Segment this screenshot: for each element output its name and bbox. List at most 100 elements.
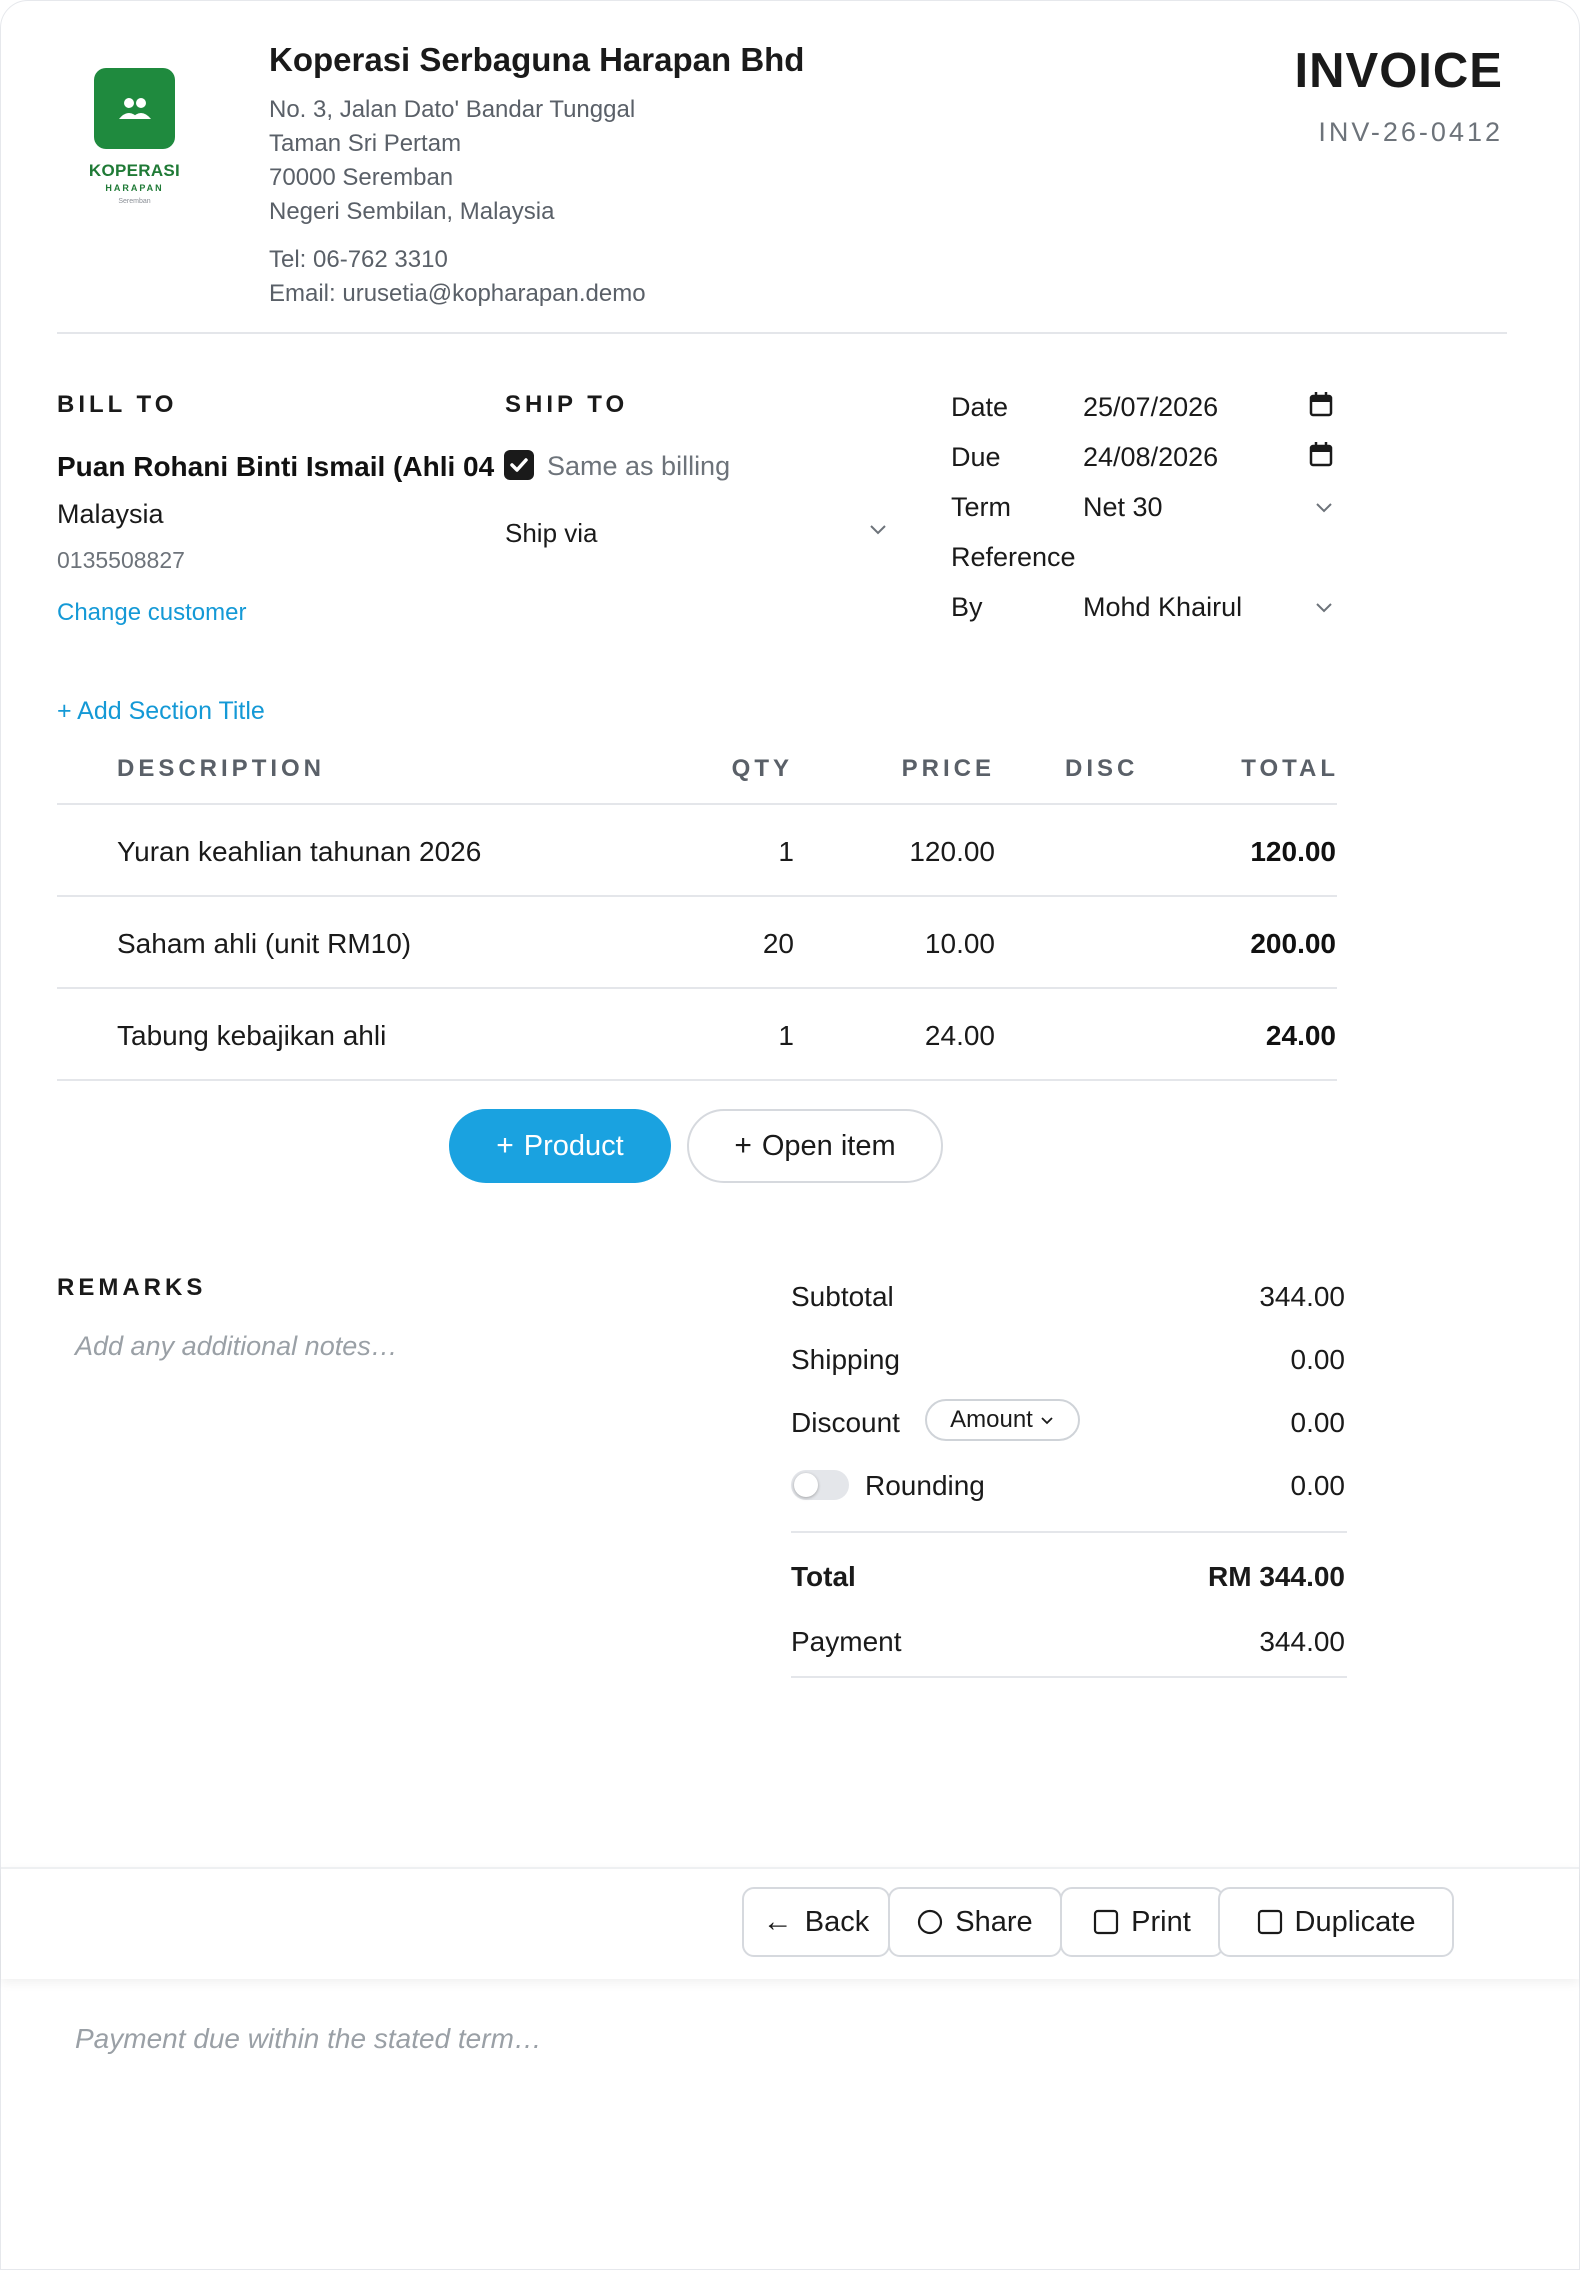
- square-icon: [1257, 1909, 1282, 1935]
- date-input[interactable]: 25/07/2026: [1083, 392, 1218, 423]
- row-qty[interactable]: 1: [778, 1020, 794, 1052]
- row-divider: [57, 1079, 1337, 1081]
- row-price[interactable]: 120.00: [909, 836, 995, 868]
- discount-mode-label: Amount: [950, 1406, 1033, 1433]
- ship-to-label: SHIP TO: [505, 391, 629, 418]
- total-label: Total: [791, 1561, 856, 1592]
- row-description[interactable]: Saham ahli (unit RM10): [117, 928, 411, 960]
- logo-city: Seremban: [118, 198, 151, 205]
- row-divider: [57, 895, 1337, 897]
- row-qty[interactable]: 20: [763, 928, 794, 960]
- invoice-title: INVOICE: [1294, 44, 1503, 98]
- address-line: Taman Sri Pertam: [269, 130, 462, 157]
- by-label: By: [951, 592, 983, 622]
- subtotal-label: Subtotal: [791, 1281, 894, 1312]
- discount-label: Discount: [791, 1407, 900, 1438]
- footer-note-input[interactable]: Payment due within the stated term…: [75, 2023, 542, 2055]
- remarks-input[interactable]: Add any additional notes…: [75, 1331, 398, 1362]
- col-qty: QTY: [731, 755, 793, 782]
- row-divider: [57, 987, 1337, 989]
- term-select[interactable]: Net 30: [1083, 492, 1163, 523]
- discount-value[interactable]: 0.00: [1291, 1407, 1346, 1439]
- change-customer-link[interactable]: Change customer: [57, 599, 246, 627]
- calendar-icon[interactable]: [1309, 391, 1333, 417]
- col-disc: DISC: [1065, 755, 1139, 782]
- calendar-icon[interactable]: [1309, 441, 1333, 467]
- by-select[interactable]: Mohd Khairul: [1083, 592, 1242, 623]
- address-line: 70000 Seremban: [269, 164, 454, 191]
- logo-name: KOPERASI: [88, 161, 181, 180]
- payment-value: 344.00: [1259, 1626, 1345, 1657]
- row-description[interactable]: Tabung kebajikan ahli: [117, 1020, 386, 1052]
- rounding-value: 0.00: [1290, 1470, 1346, 1501]
- shipping-label: Shipping: [791, 1344, 900, 1375]
- same-as-billing-checkbox[interactable]: [504, 450, 534, 480]
- company-logo: [94, 68, 175, 149]
- add-open-item-label: Open item: [761, 1129, 896, 1162]
- table-header-divider: [57, 803, 1337, 805]
- totals-divider: [791, 1531, 1347, 1533]
- chevron-down-icon: [1041, 1417, 1053, 1425]
- payment-divider: [791, 1676, 1347, 1678]
- total-value: RM 344.00: [1208, 1561, 1345, 1592]
- square-icon: [1094, 1909, 1119, 1935]
- same-as-billing-label[interactable]: Same as billing: [547, 451, 730, 482]
- row-total: 120.00: [1250, 836, 1336, 867]
- customer-phone: 0135508827: [57, 547, 185, 573]
- company-name: Koperasi Serbaguna Harapan Bhd: [269, 41, 805, 78]
- due-label: Due: [951, 442, 1001, 472]
- company-email: Email: urusetia@kopharapan.demo: [269, 280, 646, 307]
- row-description[interactable]: Yuran keahlian tahunan 2026: [117, 836, 481, 868]
- add-product-button[interactable]: + Product: [449, 1109, 671, 1183]
- chevron-down-icon[interactable]: [867, 519, 889, 541]
- address-line: No. 3, Jalan Dato' Bandar Tunggal: [269, 96, 636, 123]
- customer-country: Malaysia: [57, 499, 164, 529]
- company-tel: Tel: 06-762 3310: [269, 246, 448, 273]
- col-description: DESCRIPTION: [117, 755, 326, 782]
- row-price[interactable]: 24.00: [925, 1020, 995, 1052]
- shipping-value[interactable]: 0.00: [1291, 1344, 1346, 1376]
- row-total: 200.00: [1250, 928, 1336, 959]
- add-open-item-button[interactable]: + Open item: [687, 1109, 943, 1183]
- bill-to-label: BILL TO: [57, 391, 178, 418]
- invoice-number: INV-26-0412: [1318, 117, 1503, 147]
- address-line: Negeri Sembilan, Malaysia: [269, 198, 555, 225]
- print-label: Print: [1131, 1905, 1191, 1938]
- circle-icon: [918, 1909, 943, 1935]
- col-price: PRICE: [901, 755, 995, 782]
- rounding-label: Rounding: [865, 1470, 985, 1501]
- remarks-label: REMARKS: [57, 1274, 207, 1301]
- col-total: TOTAL: [1241, 755, 1339, 782]
- duplicate-button[interactable]: Duplicate: [1218, 1887, 1454, 1957]
- payment-label: Payment: [791, 1626, 902, 1657]
- back-button[interactable]: ← Back: [742, 1887, 890, 1957]
- chevron-down-icon[interactable]: [1313, 497, 1335, 519]
- date-label: Date: [951, 392, 1009, 422]
- customer-name: Puan Rohani Binti Ismail (Ahli 04: [57, 451, 495, 482]
- duplicate-label: Duplicate: [1294, 1905, 1416, 1938]
- rounding-toggle[interactable]: [791, 1470, 849, 1500]
- plus-icon: +: [734, 1129, 752, 1162]
- plus-icon: +: [496, 1129, 514, 1162]
- row-price[interactable]: 10.00: [925, 928, 995, 960]
- ship-via-select[interactable]: Ship via: [505, 518, 598, 549]
- arrow-left-icon: ←: [762, 1905, 793, 1938]
- row-total: 24.00: [1265, 1020, 1336, 1051]
- discount-mode-select[interactable]: Amount: [925, 1399, 1080, 1441]
- people-icon: [118, 97, 151, 119]
- share-label: Share: [955, 1905, 1033, 1938]
- add-section-title-button[interactable]: + Add Section Title: [57, 697, 265, 726]
- invoice-page: KOPERASI HARAPAN Seremban Koperasi Serba…: [0, 0, 1580, 2270]
- row-qty[interactable]: 1: [778, 836, 794, 868]
- back-label: Back: [804, 1905, 870, 1938]
- share-button[interactable]: Share: [888, 1887, 1062, 1957]
- subtotal-value: 344.00: [1259, 1281, 1345, 1312]
- due-input[interactable]: 24/08/2026: [1083, 442, 1218, 473]
- header-divider: [57, 332, 1507, 334]
- checkmark-icon: [510, 458, 528, 472]
- term-label: Term: [951, 492, 1011, 522]
- chevron-down-icon[interactable]: [1313, 597, 1335, 619]
- add-product-label: Product: [523, 1129, 624, 1162]
- toggle-knob: [794, 1473, 818, 1497]
- print-button[interactable]: Print: [1060, 1887, 1224, 1957]
